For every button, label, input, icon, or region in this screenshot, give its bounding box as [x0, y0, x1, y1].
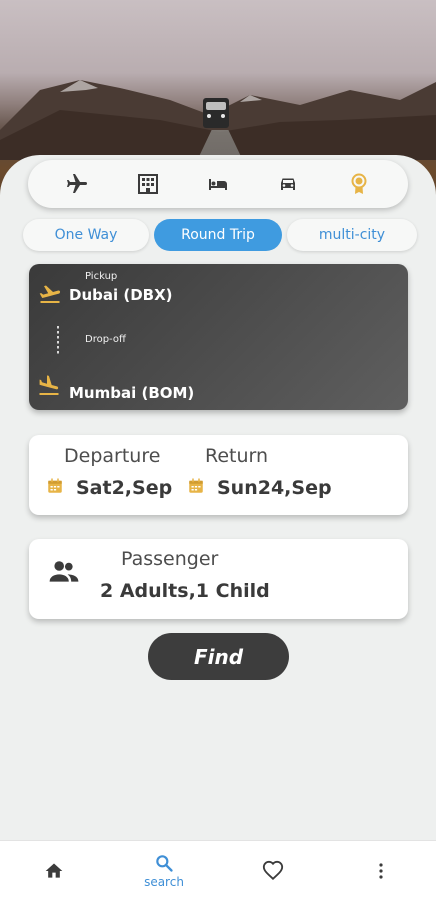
route-dotted-line: [57, 326, 59, 354]
building-icon[interactable]: [133, 169, 163, 199]
badge-icon[interactable]: [344, 169, 374, 199]
passenger-card[interactable]: Passenger 2 Adults,1 Child: [29, 539, 408, 619]
search-icon: [156, 855, 173, 872]
pickup-city[interactable]: Dubai (DBX): [69, 286, 173, 304]
takeoff-icon: [36, 282, 64, 310]
heart-icon: [262, 860, 284, 881]
tab-round-trip[interactable]: Round Trip: [154, 219, 282, 251]
car-illustration: [203, 98, 229, 128]
car-icon[interactable]: [273, 169, 303, 199]
return-date[interactable]: Sun24,Sep: [217, 477, 332, 499]
nav-more[interactable]: [366, 841, 396, 900]
nav-search[interactable]: search: [134, 841, 194, 900]
find-button[interactable]: Find: [148, 633, 289, 680]
nav-home[interactable]: [34, 841, 74, 900]
tab-multi-city[interactable]: multi-city: [287, 219, 417, 251]
airplane-icon[interactable]: [62, 169, 92, 199]
dropoff-city[interactable]: Mumbai (BOM): [69, 384, 194, 402]
bed-icon[interactable]: [203, 169, 233, 199]
calendar-icon: [46, 477, 64, 499]
departure-date[interactable]: Sat2,Sep: [76, 477, 172, 499]
trip-type-tabs: One Way Round Trip multi-city: [23, 219, 417, 251]
home-icon: [45, 863, 63, 878]
landing-icon: [35, 374, 63, 402]
more-vertical-icon: [379, 863, 383, 879]
dates-card: Departure Return Sat2,Sep Sun24,Sep: [29, 435, 408, 515]
dropoff-label: Drop-off: [85, 334, 126, 345]
route-card[interactable]: Pickup Dubai (DBX) Drop-off Mumbai (BOM): [29, 264, 408, 410]
pickup-label: Pickup: [85, 271, 118, 282]
passenger-label: Passenger: [121, 548, 219, 570]
people-icon: [49, 560, 79, 588]
tab-one-way[interactable]: One Way: [23, 219, 149, 251]
departure-label: Departure: [64, 445, 161, 467]
nav-search-label: search: [144, 875, 184, 889]
bottom-nav: search: [0, 840, 436, 900]
return-label: Return: [205, 445, 269, 467]
calendar-icon: [187, 477, 205, 499]
nav-favorites[interactable]: [253, 841, 293, 900]
category-bar: [28, 160, 408, 208]
passenger-value[interactable]: 2 Adults,1 Child: [100, 580, 270, 602]
